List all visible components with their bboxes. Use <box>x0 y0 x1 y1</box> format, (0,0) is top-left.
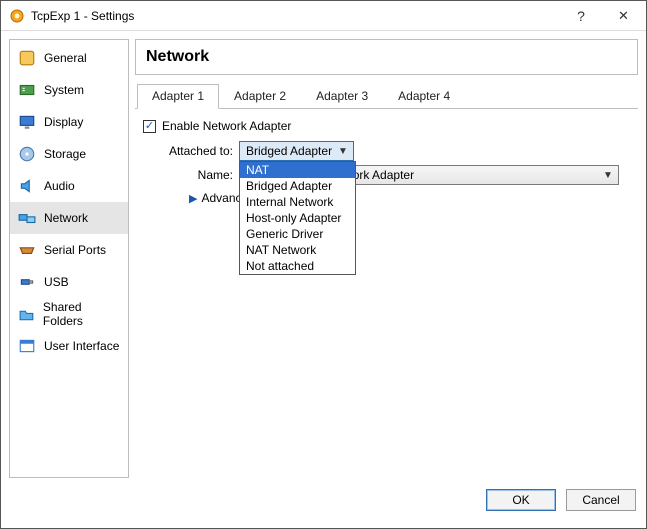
sidebar-item-storage[interactable]: Storage <box>10 138 128 170</box>
sidebar-item-label: Audio <box>44 179 75 193</box>
help-button[interactable]: ? <box>561 1 601 31</box>
option-label: NAT Network <box>246 243 316 257</box>
main-header: Network <box>135 39 638 75</box>
tab-adapter-3[interactable]: Adapter 3 <box>301 84 383 109</box>
sidebar-item-audio[interactable]: Audio <box>10 170 128 202</box>
adapter-panel: ✓ Enable Network Adapter Attached to: Br… <box>135 109 638 215</box>
usb-icon <box>18 273 36 291</box>
titlebar: TcpExp 1 - Settings ? ✕ <box>1 1 646 31</box>
button-label: Cancel <box>582 493 619 507</box>
attached-option-natnetwork[interactable]: NAT Network <box>240 242 355 258</box>
option-label: Generic Driver <box>246 227 323 241</box>
main-panel: Network Adapter 1 Adapter 2 Adapter 3 Ad… <box>135 39 638 478</box>
tab-adapter-2[interactable]: Adapter 2 <box>219 84 301 109</box>
general-icon <box>18 49 36 67</box>
advanced-toggle[interactable]: ▶ Advanced <box>143 191 630 205</box>
sidebar-item-display[interactable]: Display <box>10 106 128 138</box>
sidebar-item-label: User Interface <box>44 339 119 353</box>
sidebar-item-general[interactable]: General <box>10 42 128 74</box>
tab-label: Adapter 3 <box>316 89 368 103</box>
close-button[interactable]: ✕ <box>601 1 646 31</box>
option-label: NAT <box>246 163 269 177</box>
chevron-down-icon: ▼ <box>600 170 616 181</box>
sidebar-item-serial-ports[interactable]: Serial Ports <box>10 234 128 266</box>
audio-icon <box>18 177 36 195</box>
help-icon: ? <box>577 8 585 24</box>
cancel-button[interactable]: Cancel <box>566 489 636 511</box>
option-label: Internal Network <box>246 195 333 209</box>
enable-adapter-label: Enable Network Adapter <box>162 119 291 133</box>
tab-label: Adapter 2 <box>234 89 286 103</box>
sidebar-item-label: General <box>44 51 87 65</box>
name-label: Name: <box>143 168 239 182</box>
option-label: Not attached <box>246 259 314 273</box>
attached-to-dropdown: NAT Bridged Adapter Internal Network Hos… <box>239 161 356 275</box>
attached-to-value: Bridged Adapter <box>246 144 332 158</box>
sidebar-item-label: Network <box>44 211 88 225</box>
tab-adapter-4[interactable]: Adapter 4 <box>383 84 465 109</box>
sidebar-item-usb[interactable]: USB <box>10 266 128 298</box>
option-label: Host-only Adapter <box>246 211 341 225</box>
attached-option-bridged[interactable]: Bridged Adapter <box>240 178 355 194</box>
window-title: TcpExp 1 - Settings <box>31 9 134 23</box>
chevron-down-icon: ▼ <box>335 146 351 157</box>
network-icon <box>18 209 36 227</box>
option-label: Bridged Adapter <box>246 179 332 193</box>
ok-button[interactable]: OK <box>486 489 556 511</box>
app-icon <box>9 8 25 24</box>
attached-option-internal[interactable]: Internal Network <box>240 194 355 210</box>
tab-label: Adapter 1 <box>152 89 204 103</box>
dialog-footer: OK Cancel <box>1 486 646 520</box>
attached-to-combo[interactable]: Bridged Adapter ▼ NAT Bridged Adapter In… <box>239 141 354 161</box>
sidebar-item-label: Serial Ports <box>44 243 106 257</box>
sidebar-item-label: System <box>44 83 84 97</box>
button-label: OK <box>512 493 529 507</box>
sidebar: General System Display Storage Audio Net… <box>9 39 129 478</box>
display-icon <box>18 113 36 131</box>
storage-icon <box>18 145 36 163</box>
sidebar-item-label: Display <box>44 115 83 129</box>
tab-label: Adapter 4 <box>398 89 450 103</box>
folder-icon <box>18 305 35 323</box>
serial-icon <box>18 241 36 259</box>
adapter-tabs: Adapter 1 Adapter 2 Adapter 3 Adapter 4 <box>135 83 638 109</box>
attached-option-notattached[interactable]: Not attached <box>240 258 355 274</box>
attached-option-hostonly[interactable]: Host-only Adapter <box>240 210 355 226</box>
ui-icon <box>18 337 36 355</box>
close-icon: ✕ <box>618 8 629 24</box>
attached-to-label: Attached to: <box>143 144 239 158</box>
sidebar-item-system[interactable]: System <box>10 74 128 106</box>
page-title: Network <box>146 48 627 66</box>
sidebar-item-user-interface[interactable]: User Interface <box>10 330 128 362</box>
attached-option-generic[interactable]: Generic Driver <box>240 226 355 242</box>
sidebar-item-network[interactable]: Network <box>10 202 128 234</box>
sidebar-item-label: Storage <box>44 147 86 161</box>
enable-adapter-checkbox[interactable]: ✓ <box>143 120 156 133</box>
tab-adapter-1[interactable]: Adapter 1 <box>137 84 219 109</box>
sidebar-item-shared-folders[interactable]: Shared Folders <box>10 298 128 330</box>
sidebar-item-label: Shared Folders <box>43 300 120 328</box>
chevron-right-icon: ▶ <box>189 192 197 205</box>
system-icon <box>18 81 36 99</box>
sidebar-item-label: USB <box>44 275 69 289</box>
attached-option-nat[interactable]: NAT <box>240 162 355 178</box>
